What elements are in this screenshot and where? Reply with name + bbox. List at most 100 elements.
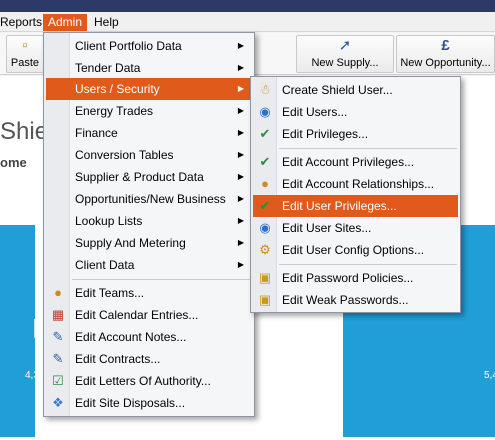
menu-item-edit-account-privileges[interactable]: ✔ Edit Account Privileges...	[253, 151, 458, 173]
menu-item-label: Edit Password Policies...	[282, 271, 414, 285]
submenu-arrow-icon: ▶	[237, 84, 244, 93]
admin-menu: Client Portfolio Data ▶ Tender Data ▶ Us…	[43, 32, 255, 417]
pound-icon: £	[441, 37, 450, 54]
submenu-arrow-icon: ▶	[237, 260, 244, 269]
menubar: Reports Admin Help	[0, 12, 495, 32]
menu-item-edit-account-relationships[interactable]: ● Edit Account Relationships...	[253, 173, 458, 195]
submenu-arrow-icon: ▶	[237, 106, 244, 115]
site-disposal-icon: ❖	[52, 395, 64, 410]
plug-icon: ➚	[338, 37, 352, 54]
menu-item-label: Finance	[75, 126, 118, 140]
menu-item-label: Edit Weak Passwords...	[282, 293, 409, 307]
menu-item-label: Edit Account Privileges...	[282, 155, 415, 169]
user-add-icon: ☃	[259, 82, 271, 97]
pencil-icon: ✎	[52, 351, 64, 366]
paste-label: Paste	[10, 57, 40, 69]
menu-item-create-shield-user[interactable]: ☃ Create Shield User...	[253, 79, 458, 101]
menu-item-conversion-tables[interactable]: Conversion Tables ▶	[46, 144, 252, 166]
new-supply-button[interactable]: ➚ New Supply...	[296, 35, 394, 73]
new-opportunity-button[interactable]: £ New Opportunity...	[396, 35, 495, 73]
menu-item-label: Client Portfolio Data	[75, 39, 182, 53]
menu-item-label: Opportunities/New Business	[75, 192, 226, 206]
checkmark-icon: ✔	[259, 126, 271, 141]
menu-item-label: Edit Contracts...	[75, 352, 161, 366]
menu-item-label: Create Shield User...	[282, 83, 393, 97]
menu-help[interactable]: Help	[89, 14, 124, 31]
dashboard-tile-left[interactable]	[0, 225, 35, 437]
paste-button[interactable]: ▫ Paste	[6, 35, 44, 73]
submenu-arrow-icon: ▶	[237, 41, 244, 50]
menu-item-opportunities-new-business[interactable]: Opportunities/New Business ▶	[46, 188, 252, 210]
menu-item-label: Edit Users...	[282, 105, 348, 119]
menu-item-edit-calendar-entries[interactable]: ▦ Edit Calendar Entries...	[46, 304, 252, 326]
menu-admin[interactable]: Admin	[43, 14, 88, 31]
submenu-arrow-icon: ▶	[237, 238, 244, 247]
padlock-icon: ▣	[258, 292, 272, 307]
padlock-icon: ▣	[258, 270, 272, 285]
menu-item-edit-weak-passwords[interactable]: ▣ Edit Weak Passwords...	[253, 289, 458, 311]
checkmark-icon: ✔	[259, 154, 271, 169]
users-icon: ●	[261, 176, 269, 191]
menu-item-tender-data[interactable]: Tender Data ▶	[46, 57, 252, 79]
globe-icon: ◉	[259, 220, 271, 235]
checkmark-icon: ✔	[259, 198, 271, 213]
menu-item-label: Edit Site Disposals...	[75, 396, 186, 410]
menu-item-label: Lookup Lists	[75, 214, 143, 228]
menu-item-label: Conversion Tables	[75, 148, 174, 162]
submenu-arrow-icon: ▶	[237, 63, 244, 72]
menu-item-label: Edit User Sites...	[282, 221, 372, 235]
menu-item-label: Edit Teams...	[75, 286, 145, 300]
menu-item-label: Client Data	[75, 258, 135, 272]
checklist-icon: ☑	[52, 373, 64, 388]
menu-item-label: Edit User Privileges...	[282, 199, 397, 213]
page-subtitle: ome	[0, 155, 27, 170]
user-config-icon: ⚙	[259, 242, 271, 257]
menu-item-edit-teams[interactable]: ● Edit Teams...	[46, 282, 252, 304]
menu-item-edit-user-config-options[interactable]: ⚙ Edit User Config Options...	[253, 239, 458, 261]
menu-item-label: Edit User Config Options...	[282, 243, 425, 257]
submenu-arrow-icon: ▶	[237, 150, 244, 159]
menu-separator	[279, 148, 457, 149]
menu-item-label: Edit Account Relationships...	[282, 177, 435, 191]
tile-small-text-right: 5,4	[484, 370, 495, 381]
menu-item-supply-and-metering[interactable]: Supply And Metering ▶	[46, 232, 252, 254]
menu-item-edit-user-sites[interactable]: ◉ Edit User Sites...	[253, 217, 458, 239]
menu-item-edit-letters-of-authority[interactable]: ☑ Edit Letters Of Authority...	[46, 370, 252, 392]
menu-item-edit-site-disposals[interactable]: ❖ Edit Site Disposals...	[46, 392, 252, 414]
new-supply-label: New Supply...	[311, 57, 379, 69]
menu-item-edit-users[interactable]: ◉ Edit Users...	[253, 101, 458, 123]
menu-item-edit-contracts[interactable]: ✎ Edit Contracts...	[46, 348, 252, 370]
menu-item-label: Edit Account Notes...	[75, 330, 187, 344]
menu-item-client-portfolio-data[interactable]: Client Portfolio Data ▶	[46, 35, 252, 57]
menu-item-finance[interactable]: Finance ▶	[46, 122, 252, 144]
calendar-icon: ▦	[51, 307, 65, 322]
menu-item-energy-trades[interactable]: Energy Trades ▶	[46, 100, 252, 122]
users-security-submenu: ☃ Create Shield User... ◉ Edit Users... …	[250, 76, 461, 313]
menu-item-label: Supply And Metering	[75, 236, 186, 250]
tile-small-text-left: 4,3	[25, 370, 39, 381]
menu-item-lookup-lists[interactable]: Lookup Lists ▶	[46, 210, 252, 232]
globe-icon: ◉	[259, 104, 271, 119]
menu-item-edit-user-privileges[interactable]: ✔ Edit User Privileges...	[253, 195, 458, 217]
submenu-arrow-icon: ▶	[237, 128, 244, 137]
new-opportunity-label: New Opportunity...	[400, 57, 491, 69]
submenu-arrow-icon: ▶	[237, 194, 244, 203]
page-title: Shie	[0, 118, 49, 145]
menu-item-label: Supplier & Product Data	[75, 170, 204, 184]
menu-item-edit-account-notes[interactable]: ✎ Edit Account Notes...	[46, 326, 252, 348]
menu-item-label: Edit Calendar Entries...	[75, 308, 199, 322]
menu-item-label: Edit Privileges...	[282, 127, 369, 141]
menu-separator	[279, 264, 457, 265]
submenu-arrow-icon: ▶	[237, 172, 244, 181]
menu-item-client-data[interactable]: Client Data ▶	[46, 254, 252, 276]
menu-separator	[72, 279, 251, 280]
menu-item-edit-privileges[interactable]: ✔ Edit Privileges...	[253, 123, 458, 145]
menu-item-label: Users / Security	[75, 82, 160, 96]
menu-item-label: Edit Letters Of Authority...	[75, 374, 211, 388]
menu-item-supplier-product-data[interactable]: Supplier & Product Data ▶	[46, 166, 252, 188]
menu-item-users-security[interactable]: Users / Security ▶	[46, 78, 252, 100]
menu-reports[interactable]: Reports	[0, 14, 47, 31]
menu-item-edit-password-policies[interactable]: ▣ Edit Password Policies...	[253, 267, 458, 289]
menu-item-label: Tender Data	[75, 61, 141, 75]
menu-item-label: Energy Trades	[75, 104, 154, 118]
